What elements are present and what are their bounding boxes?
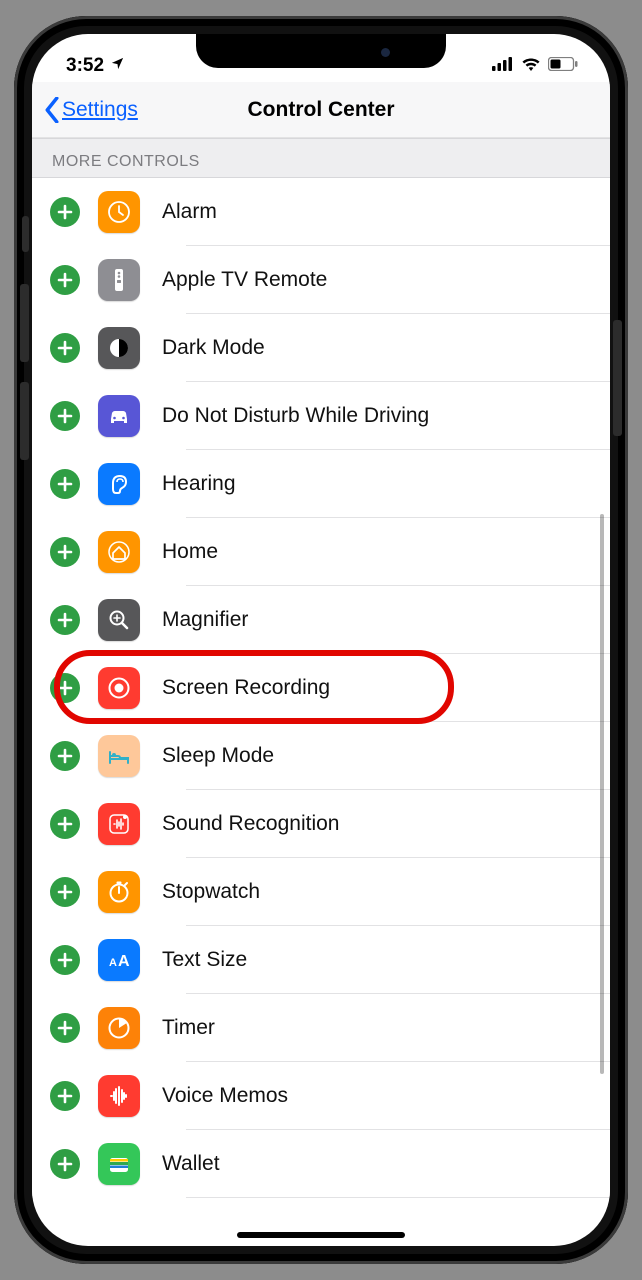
device-frame: 3:52: [14, 16, 628, 1264]
notch: [196, 34, 446, 68]
control-row-magnifier[interactable]: Magnifier: [32, 586, 610, 654]
control-row-wallet[interactable]: Wallet: [32, 1130, 610, 1198]
clock-icon: [98, 191, 140, 233]
remote-icon: [98, 259, 140, 301]
volume-down-button[interactable]: [20, 382, 29, 460]
add-button-dnd-driving[interactable]: [50, 401, 80, 431]
control-label-wallet: Wallet: [162, 1152, 220, 1176]
controls-list[interactable]: Alarm Apple TV Remote Dark Mode Do Not Dist…: [32, 178, 610, 1222]
control-label-dnd-driving: Do Not Disturb While Driving: [162, 404, 429, 428]
control-row-sleep-mode[interactable]: Sleep Mode: [32, 722, 610, 790]
control-row-screen-recording[interactable]: Screen Recording: [32, 654, 610, 722]
chevron-left-icon: [44, 97, 60, 123]
add-button-alarm[interactable]: [50, 197, 80, 227]
bed-icon: [98, 735, 140, 777]
back-button[interactable]: Settings: [44, 82, 138, 137]
control-row-dark-mode[interactable]: Dark Mode: [32, 314, 610, 382]
ear-icon: [98, 463, 140, 505]
wallet-icon: [98, 1143, 140, 1185]
add-button-hearing[interactable]: [50, 469, 80, 499]
control-label-timer: Timer: [162, 1016, 215, 1040]
textsize-icon: [98, 939, 140, 981]
control-row-voice-memos[interactable]: Voice Memos: [32, 1062, 610, 1130]
magnifier-icon: [98, 599, 140, 641]
control-label-voice-memos: Voice Memos: [162, 1084, 288, 1108]
location-icon: [110, 55, 125, 77]
control-label-hearing: Hearing: [162, 472, 236, 496]
control-label-stopwatch: Stopwatch: [162, 880, 260, 904]
screen: 3:52: [32, 34, 610, 1246]
control-label-sleep-mode: Sleep Mode: [162, 744, 274, 768]
control-row-hearing[interactable]: Hearing: [32, 450, 610, 518]
voicewave-icon: [98, 1075, 140, 1117]
control-label-dark-mode: Dark Mode: [162, 336, 265, 360]
control-label-home: Home: [162, 540, 218, 564]
add-button-sleep-mode[interactable]: [50, 741, 80, 771]
timer-icon: [98, 1007, 140, 1049]
control-label-magnifier: Magnifier: [162, 608, 248, 632]
cellular-icon: [492, 55, 514, 77]
stopwatch-icon: [98, 871, 140, 913]
page-title: Control Center: [248, 98, 395, 122]
control-row-text-size[interactable]: Text Size: [32, 926, 610, 994]
scroll-indicator: [600, 514, 604, 1074]
control-label-apple-tv-remote: Apple TV Remote: [162, 268, 327, 292]
section-header: MORE CONTROLS: [32, 138, 610, 178]
darkmode-icon: [98, 327, 140, 369]
add-button-dark-mode[interactable]: [50, 333, 80, 363]
mute-switch[interactable]: [22, 216, 29, 252]
control-row-sound-recognition[interactable]: Sound Recognition: [32, 790, 610, 858]
add-button-timer[interactable]: [50, 1013, 80, 1043]
soundwave-icon: [98, 803, 140, 845]
home-indicator[interactable]: [237, 1232, 405, 1238]
control-row-dnd-driving[interactable]: Do Not Disturb While Driving: [32, 382, 610, 450]
wifi-icon: [521, 55, 541, 77]
add-button-voice-memos[interactable]: [50, 1081, 80, 1111]
add-button-stopwatch[interactable]: [50, 877, 80, 907]
nav-bar: Settings Control Center: [32, 82, 610, 138]
car-icon: [98, 395, 140, 437]
control-row-home[interactable]: Home: [32, 518, 610, 586]
control-row-timer[interactable]: Timer: [32, 994, 610, 1062]
control-row-stopwatch[interactable]: Stopwatch: [32, 858, 610, 926]
control-row-alarm[interactable]: Alarm: [32, 178, 610, 246]
battery-icon: [548, 55, 578, 77]
add-button-home[interactable]: [50, 537, 80, 567]
add-button-text-size[interactable]: [50, 945, 80, 975]
home-icon: [98, 531, 140, 573]
control-row-apple-tv-remote[interactable]: Apple TV Remote: [32, 246, 610, 314]
add-button-magnifier[interactable]: [50, 605, 80, 635]
add-button-wallet[interactable]: [50, 1149, 80, 1179]
control-label-sound-recognition: Sound Recognition: [162, 812, 339, 836]
status-time: 3:52: [66, 55, 104, 77]
control-label-alarm: Alarm: [162, 200, 217, 224]
side-button[interactable]: [613, 320, 622, 436]
add-button-screen-recording[interactable]: [50, 673, 80, 703]
record-icon: [98, 667, 140, 709]
volume-up-button[interactable]: [20, 284, 29, 362]
control-label-screen-recording: Screen Recording: [162, 676, 330, 700]
add-button-sound-recognition[interactable]: [50, 809, 80, 839]
back-label: Settings: [62, 98, 138, 122]
add-button-apple-tv-remote[interactable]: [50, 265, 80, 295]
control-label-text-size: Text Size: [162, 948, 247, 972]
